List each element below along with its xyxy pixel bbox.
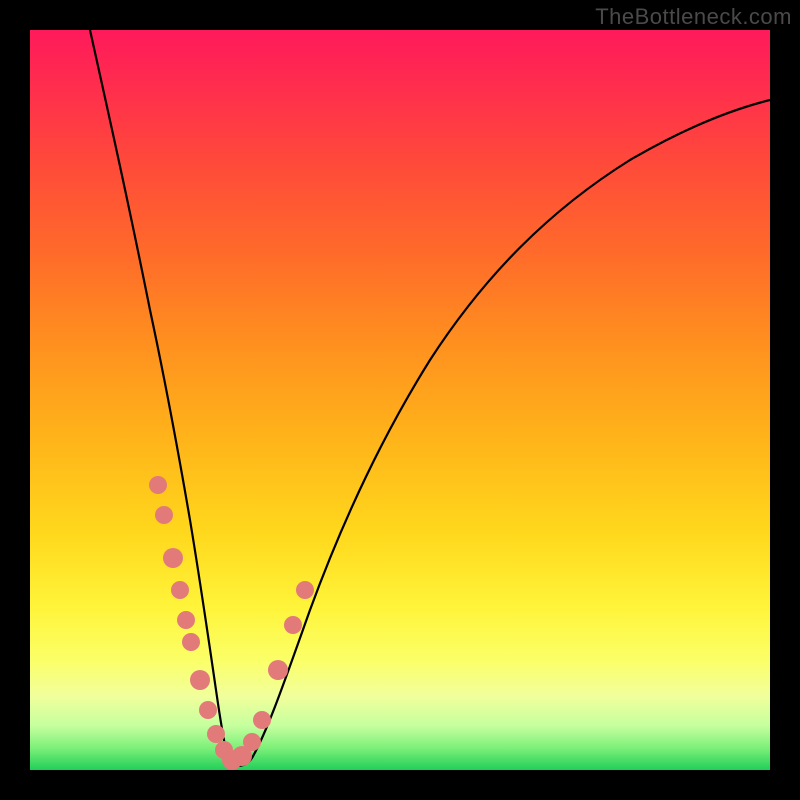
data-dot: [243, 733, 261, 751]
data-dot: [171, 581, 189, 599]
bottleneck-curve: [30, 30, 770, 770]
data-dot: [199, 701, 217, 719]
curve-left-arm: [90, 30, 228, 760]
data-dot: [177, 611, 195, 629]
curve-right-arm: [228, 100, 770, 766]
data-dot: [163, 548, 183, 568]
plot-area: [30, 30, 770, 770]
data-dot: [182, 633, 200, 651]
data-dot: [155, 506, 173, 524]
data-dot: [149, 476, 167, 494]
chart-frame: TheBottleneck.com: [0, 0, 800, 800]
data-dot: [253, 711, 271, 729]
data-dot: [190, 670, 210, 690]
data-dot: [207, 725, 225, 743]
watermark-text: TheBottleneck.com: [595, 4, 792, 30]
data-dot: [268, 660, 288, 680]
data-dot: [296, 581, 314, 599]
data-dot: [284, 616, 302, 634]
